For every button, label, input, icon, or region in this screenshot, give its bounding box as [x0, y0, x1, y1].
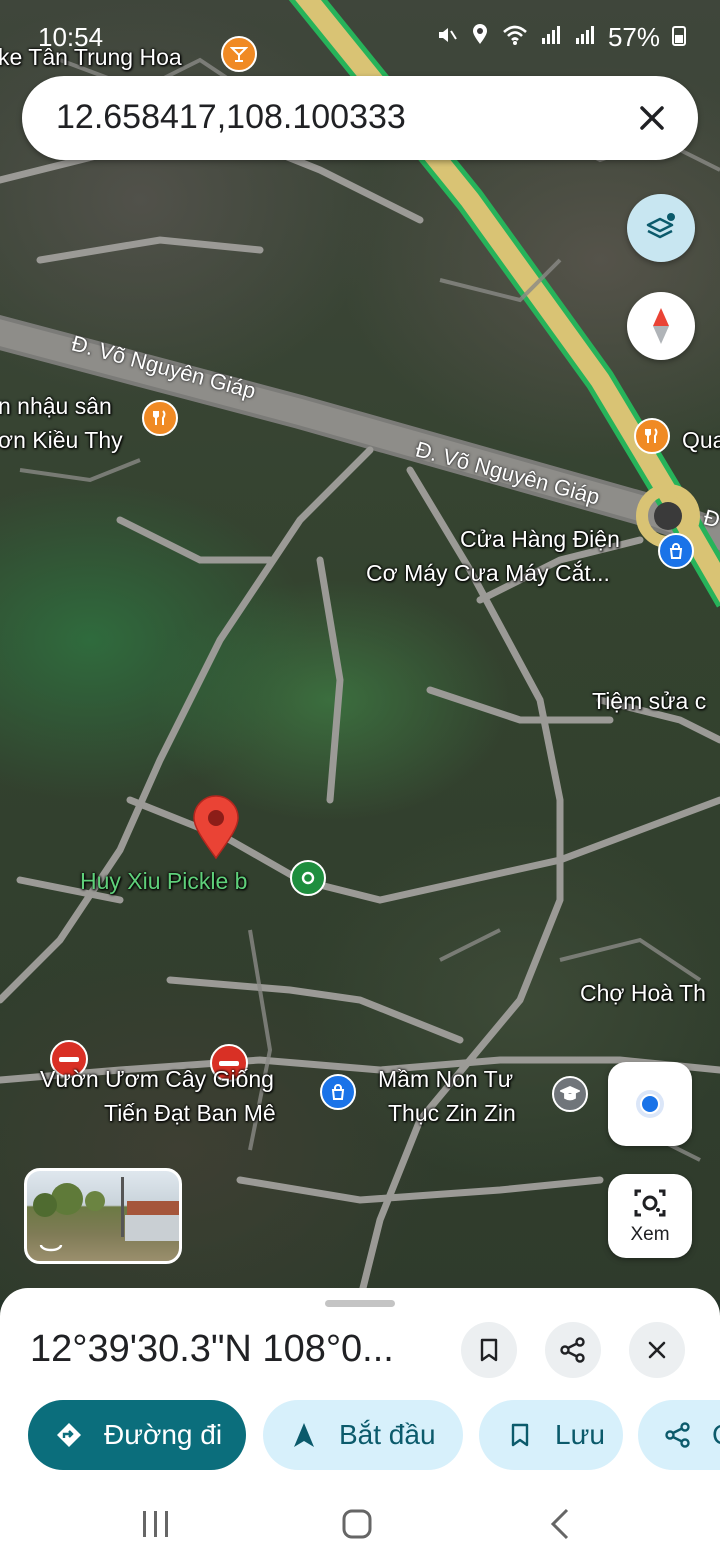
search-query[interactable]: 12.658417,108.100333 [56, 98, 406, 137]
system-nav-bar [0, 1490, 720, 1560]
back-icon [550, 1508, 569, 1540]
poi-label[interactable]: Huy Xiu Pickle b [80, 868, 247, 895]
lens-view-button[interactable]: Xem [608, 1174, 692, 1258]
search-bar[interactable]: 12.658417,108.100333 [22, 76, 698, 160]
wifi-icon [502, 22, 528, 53]
sports-place-icon[interactable] [290, 860, 326, 896]
bookmark-button[interactable] [461, 1322, 517, 1378]
layers-icon [646, 213, 675, 239]
signal-icon [574, 22, 596, 53]
status-time: 10:54 [38, 22, 104, 52]
signal-icon [540, 22, 562, 53]
mute-icon [436, 22, 458, 53]
drag-handle[interactable] [325, 1300, 395, 1307]
restaurant-icon[interactable] [142, 400, 178, 436]
recent-apps-icon [143, 1511, 168, 1537]
share-icon [560, 1337, 585, 1363]
compass-button[interactable] [627, 292, 695, 360]
share-icon [664, 1420, 692, 1450]
my-location-icon [636, 1090, 664, 1118]
lens-camera-icon [634, 1189, 666, 1217]
share-chip-button[interactable]: C [638, 1400, 720, 1470]
poi-label[interactable]: n nhậu sân [0, 393, 112, 420]
close-icon [640, 106, 664, 130]
poi-label[interactable]: ơn Kiều Thy [0, 427, 123, 454]
share-label: C [712, 1419, 720, 1451]
directions-button[interactable]: Đường đi [28, 1400, 246, 1470]
location-icon [470, 22, 490, 53]
bookmark-icon [505, 1420, 535, 1450]
lens-view-label: Xem [630, 1224, 670, 1245]
layers-button[interactable] [627, 194, 695, 262]
restaurant-icon[interactable] [634, 418, 670, 454]
save-label: Lưu [555, 1419, 605, 1450]
poi-label[interactable]: Chợ Hoà Th [580, 980, 706, 1007]
status-bar: 10:54 57% [0, 18, 720, 58]
battery-level: 57% [607, 22, 660, 52]
my-location-button[interactable] [608, 1062, 692, 1146]
close-sheet-button[interactable] [629, 1322, 685, 1378]
directions-icon [54, 1420, 84, 1450]
start-label: Bắt đầu [339, 1419, 436, 1450]
clear-search-button[interactable] [630, 96, 674, 140]
poi-label[interactable]: Thục Zin Zin [388, 1100, 516, 1127]
poi-label[interactable]: Tiệm sửa c [592, 688, 706, 715]
street-view-preview [33, 1177, 179, 1252]
compass-icon [653, 308, 669, 344]
navigation-arrow-icon [289, 1420, 319, 1450]
save-button[interactable]: Lưu [479, 1400, 623, 1470]
poi-label[interactable]: Cơ Máy Cưa Máy Cắt... [366, 560, 610, 587]
share-button[interactable] [545, 1322, 601, 1378]
rotate-360-icon [39, 1244, 63, 1252]
location-pin-marker [193, 795, 239, 860]
poi-label[interactable]: Vườn Ươm Cây Giống [40, 1066, 274, 1093]
poi-label[interactable]: Qua [682, 427, 720, 454]
directions-label: Đường đi [104, 1419, 223, 1450]
place-bottom-sheet[interactable]: 12°39'30.3"N 108°0... Đường đi Bắt đầu L… [0, 1288, 720, 1560]
place-title: 12°39'30.3"N 108°0... [30, 1328, 394, 1370]
battery-icon [672, 22, 686, 53]
bookmark-icon [480, 1338, 498, 1362]
poi-label[interactable]: Mầm Non Tư [378, 1066, 513, 1093]
school-icon[interactable] [552, 1076, 588, 1112]
poi-label[interactable]: Cửa Hàng Điện [460, 526, 620, 553]
shopping-bag-icon[interactable] [320, 1074, 356, 1110]
start-navigation-button[interactable]: Bắt đầu [263, 1400, 463, 1470]
close-icon [648, 1341, 666, 1359]
poi-label[interactable]: Tiến Đạt Ban Mê [104, 1100, 276, 1127]
street-view-thumbnail[interactable] [24, 1168, 182, 1264]
home-icon [342, 1509, 372, 1539]
shopping-bag-icon[interactable] [658, 533, 694, 569]
